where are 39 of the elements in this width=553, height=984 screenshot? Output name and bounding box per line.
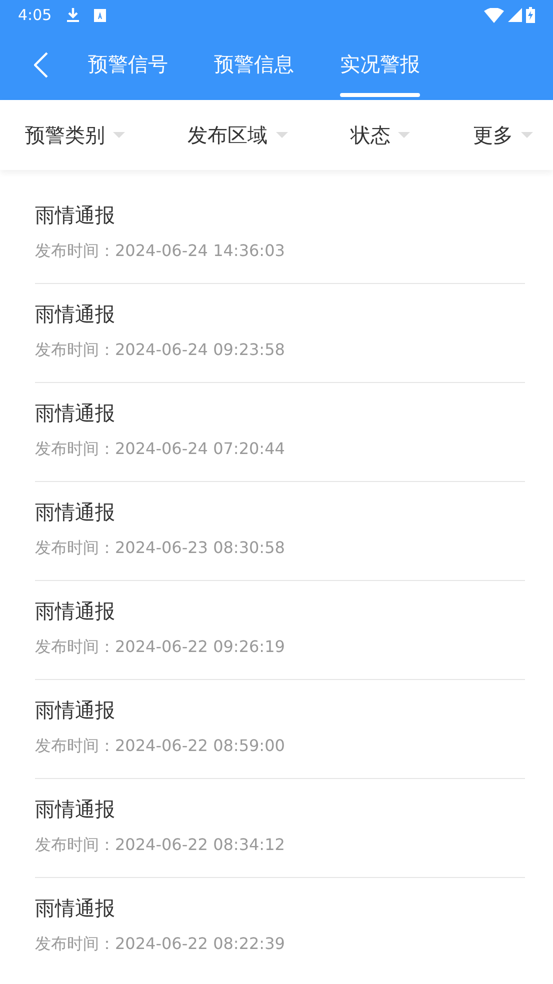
report-title: 雨情通报 [35,202,116,229]
publish-time: 发布时间：2024-06-22 08:59:00 [35,736,286,757]
publish-time: 发布时间：2024-06-24 07:20:44 [35,439,286,460]
download-icon [66,7,80,23]
publish-time: 发布时间：2024-06-24 09:23:58 [35,340,286,361]
report-title: 雨情通报 [35,895,116,922]
report-item[interactable]: 雨情通报 发布时间：2024-06-22 08:22:39 [35,878,525,976]
publish-time: 发布时间：2024-06-22 08:22:39 [35,934,286,955]
back-icon [34,52,48,78]
wifi-icon [484,8,504,22]
filter-dropdown[interactable]: 状态 [350,122,410,148]
report-title: 雨情通报 [35,400,116,427]
caret-icon [113,132,125,138]
caret-icon [276,132,288,138]
publish-time: 发布时间：2024-06-22 08:34:12 [35,835,286,856]
publish-time: 发布时间：2024-06-22 09:26:19 [35,637,286,658]
clock: 4:05 [18,6,52,24]
report-item[interactable]: 雨情通报 发布时间：2024-06-24 07:20:44 [35,383,525,482]
report-title: 雨情通报 [35,598,116,625]
report-item[interactable]: 雨情通报 发布时间：2024-06-24 14:36:03 [35,185,525,284]
battery-icon [526,7,535,23]
report-item[interactable]: 雨情通报 发布时间：2024-06-23 08:30:58 [35,482,525,581]
filter-dropdown[interactable]: 预警类别 [25,122,125,148]
report-title: 雨情通报 [35,301,116,328]
report-item[interactable]: 雨情通报 发布时间：2024-06-24 09:23:58 [35,284,525,383]
filter-dropdown[interactable]: 发布区域 [188,122,288,148]
report-item[interactable]: 雨情通报 发布时间：2024-06-22 08:34:12 [35,779,525,878]
caret-icon [398,132,410,138]
text-icon [94,8,106,22]
report-item[interactable]: 雨情通报 发布时间：2024-06-22 09:26:19 [35,581,525,680]
report-item[interactable]: 雨情通报 发布时间：2024-06-22 08:59:00 [35,680,525,779]
caret-icon [520,132,533,138]
publish-time: 发布时间：2024-06-24 14:36:03 [35,241,286,262]
signal-icon [508,8,522,22]
publish-time: 发布时间：2024-06-23 08:30:58 [35,538,286,559]
report-title: 雨情通报 [35,697,116,724]
report-title: 雨情通报 [35,499,116,526]
filter-dropdown[interactable]: 更多 [472,122,533,148]
report-title: 雨情通报 [35,796,116,823]
